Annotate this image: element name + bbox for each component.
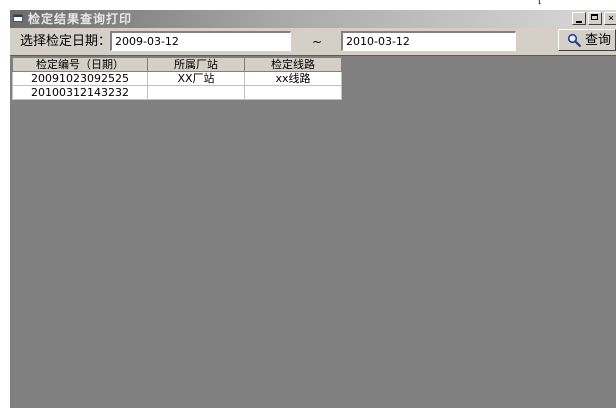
table-row[interactable]: 20100312143232	[12, 85, 342, 100]
end-date-field[interactable]: 2010-03-12	[341, 31, 516, 51]
cell-id-date[interactable]: 20091023092525	[12, 71, 148, 86]
minimize-icon	[576, 21, 582, 23]
maximize-button[interactable]	[588, 12, 602, 25]
toolbar: 选择检定日期： 2009-03-12 ~ 2010-03-12 查询	[10, 28, 616, 54]
header-row: 检定编号（日期） 所属厂站 检定线路	[12, 57, 342, 72]
results-grid-area[interactable]: 检定编号（日期） 所属厂站 检定线路 20091023092525 XX厂站 x…	[10, 55, 616, 408]
column-header-id-date[interactable]: 检定编号（日期）	[12, 57, 148, 72]
results-table: 检定编号（日期） 所属厂站 检定线路 20091023092525 XX厂站 x…	[12, 57, 342, 100]
cell-station[interactable]	[147, 85, 245, 100]
column-header-line[interactable]: 检定线路	[244, 57, 342, 72]
minimize-button[interactable]	[572, 12, 586, 25]
cell-line[interactable]: xx线路	[244, 71, 342, 86]
title-bar[interactable]: 检定结果查询打印 ×	[10, 10, 616, 28]
window-title: 检定结果查询打印	[28, 12, 133, 26]
cell-id-date[interactable]: 20100312143232	[12, 85, 148, 100]
cell-station[interactable]: XX厂站	[147, 71, 245, 86]
edge-mark: [	[538, 0, 542, 6]
start-date-field[interactable]: 2009-03-12	[110, 31, 291, 51]
window-icon	[13, 14, 23, 22]
query-button[interactable]: 查询	[558, 29, 616, 51]
close-icon: ×	[607, 13, 615, 24]
date-label: 选择检定日期：	[20, 34, 112, 49]
cell-line[interactable]	[244, 85, 342, 100]
close-button[interactable]: ×	[604, 12, 616, 25]
column-header-station[interactable]: 所属厂站	[147, 57, 245, 72]
table-row[interactable]: 20091023092525 XX厂站 xx线路	[12, 71, 342, 86]
range-separator: ~	[312, 35, 323, 49]
query-button-label: 查询	[585, 33, 612, 48]
query-window: 检定结果查询打印 × 选择检定日期： 2009-03-12 ~ 2010-03-…	[10, 10, 616, 408]
search-icon	[567, 33, 581, 47]
maximize-icon	[591, 14, 598, 20]
